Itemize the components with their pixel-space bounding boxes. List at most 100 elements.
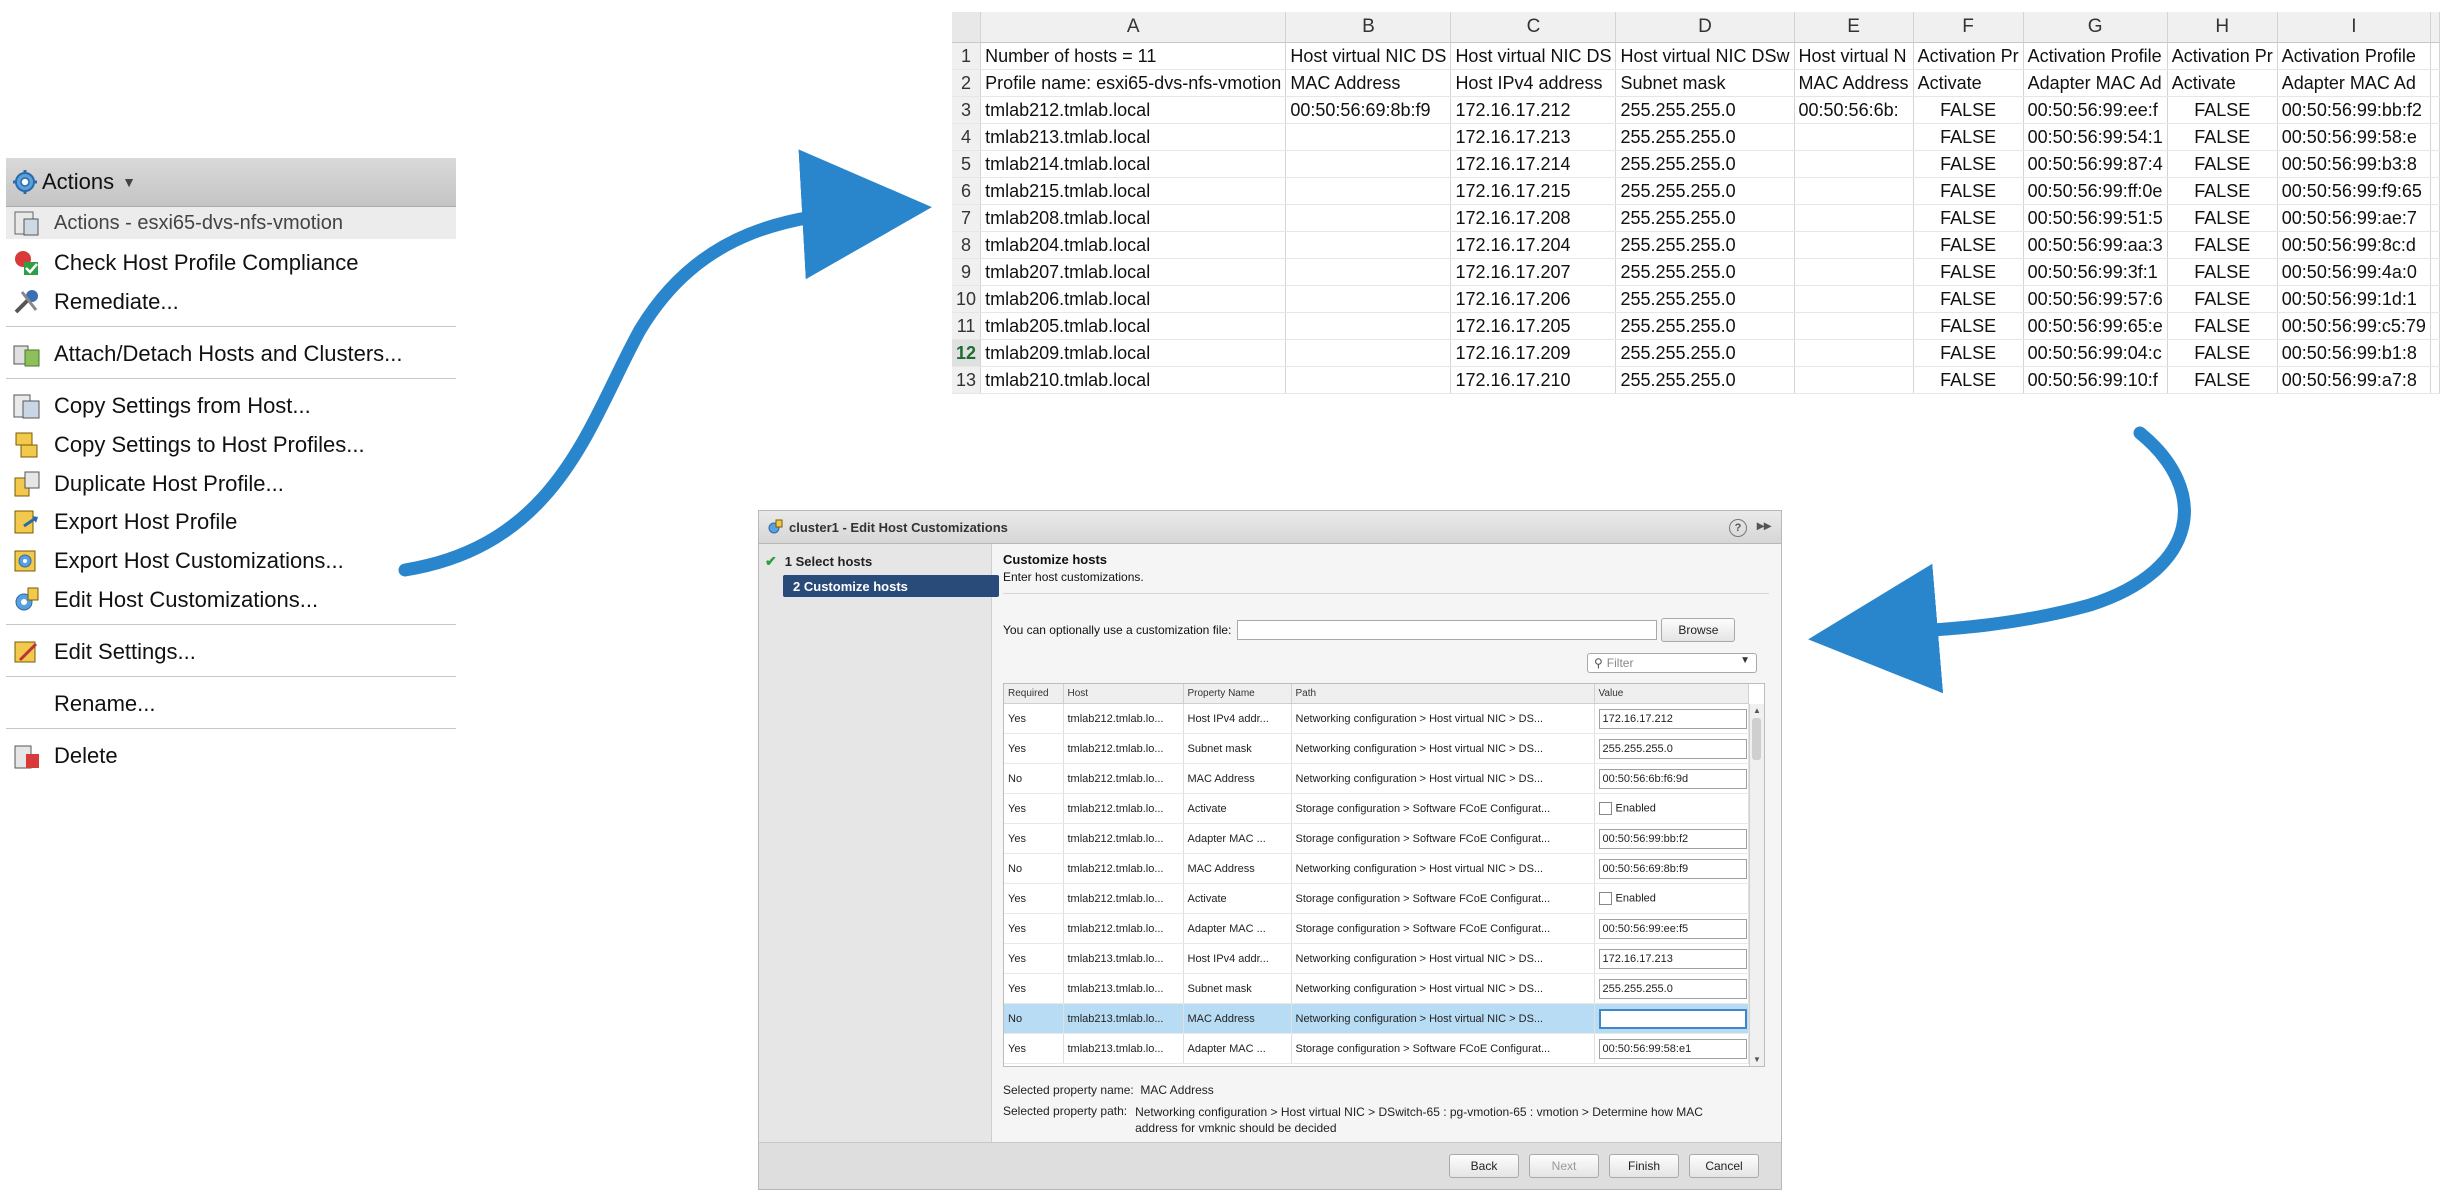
- row-number[interactable]: 11: [952, 312, 982, 340]
- sheet-cell[interactable]: [1794, 258, 1914, 286]
- sheet-corner[interactable]: [952, 12, 982, 43]
- sheet-cell[interactable]: [2430, 150, 2440, 178]
- finish-button[interactable]: Finish: [1609, 1154, 1679, 1178]
- table-row[interactable]: Yes tmlab212.tmlab.lo... Activate Storage c…: [1004, 883, 1749, 914]
- value-input[interactable]: 172.16.17.213: [1598, 948, 1747, 969]
- sheet-cell[interactable]: FALSE: [1913, 177, 2024, 205]
- column-header[interactable]: G: [2023, 12, 2168, 43]
- sheet-cell[interactable]: [1794, 312, 1914, 340]
- grid-column-header[interactable]: Value: [1594, 684, 1749, 704]
- sheet-cell[interactable]: 00:50:56:99:ae:7: [2277, 204, 2432, 232]
- table-row[interactable]: No tmlab212.tmlab.lo... MAC Address Network…: [1004, 763, 1749, 794]
- row-number[interactable]: 1: [952, 42, 982, 70]
- grid-scrollbar[interactable]: ▲ ▼: [1749, 704, 1764, 1066]
- sheet-cell[interactable]: Activation Profile: [2023, 42, 2168, 70]
- sheet-cell[interactable]: Host virtual NIC DSw: [1615, 42, 1795, 70]
- sheet-cell[interactable]: FALSE: [1913, 96, 2024, 124]
- sheet-cell[interactable]: FALSE: [1913, 312, 2024, 340]
- sheet-cell[interactable]: 00:50:56:99:c5:79: [2277, 312, 2432, 340]
- sheet-cell[interactable]: [1285, 150, 1452, 178]
- table-row[interactable]: No tmlab213.tmlab.lo... MAC Address Network…: [1004, 1003, 1749, 1034]
- sheet-cell[interactable]: tmlab215.tmlab.local: [980, 177, 1287, 205]
- filter-input[interactable]: ⚲ Filter ▼: [1587, 653, 1757, 673]
- sheet-cell[interactable]: Number of hosts = 11: [980, 42, 1287, 70]
- sheet-cell[interactable]: Activation Pr: [1913, 42, 2024, 70]
- sheet-cell[interactable]: FALSE: [1913, 285, 2024, 313]
- sheet-cell[interactable]: 255.255.255.0: [1615, 123, 1795, 151]
- row-number[interactable]: 13: [952, 366, 982, 394]
- sheet-cell[interactable]: 172.16.17.205: [1450, 312, 1617, 340]
- value-input[interactable]: 00:50:56:99:58:e1: [1598, 1038, 1747, 1059]
- sheet-cell[interactable]: FALSE: [1913, 258, 2024, 286]
- sheet-cell[interactable]: 255.255.255.0: [1615, 204, 1795, 232]
- sheet-cell[interactable]: [1285, 204, 1452, 232]
- sheet-cell[interactable]: 00:50:56:99:65:e: [2023, 312, 2168, 340]
- row-number[interactable]: 5: [952, 150, 982, 178]
- sheet-cell[interactable]: 172.16.17.207: [1450, 258, 1617, 286]
- column-header[interactable]: A: [980, 12, 1287, 43]
- sheet-cell[interactable]: [2430, 366, 2440, 394]
- value-input[interactable]: 00:50:56:99:bb:f2: [1598, 828, 1747, 849]
- enabled-checkbox[interactable]: [1598, 802, 1612, 815]
- sheet-cell[interactable]: Adapter MAC Ad: [2023, 69, 2168, 97]
- row-number[interactable]: 10: [952, 285, 982, 313]
- sheet-cell[interactable]: [2430, 258, 2440, 286]
- grid-column-header[interactable]: Property Name: [1183, 684, 1292, 704]
- value-input[interactable]: 255.255.255.0: [1598, 978, 1747, 999]
- table-row[interactable]: No tmlab212.tmlab.lo... MAC Address Network…: [1004, 853, 1749, 884]
- chevron-down-icon[interactable]: ▼: [1740, 655, 1750, 666]
- sheet-cell[interactable]: [1285, 339, 1452, 367]
- sheet-cell[interactable]: 255.255.255.0: [1615, 96, 1795, 124]
- sheet-cell[interactable]: 00:50:56:69:8b:f9: [1285, 96, 1452, 124]
- row-number[interactable]: 9: [952, 258, 982, 286]
- row-number[interactable]: 4: [952, 123, 982, 151]
- sheet-cell[interactable]: Host virtual N: [1794, 42, 1914, 70]
- sheet-cell[interactable]: [2430, 312, 2440, 340]
- sheet-cell[interactable]: [1794, 150, 1914, 178]
- sheet-cell[interactable]: [1794, 204, 1914, 232]
- sheet-cell[interactable]: [2430, 123, 2440, 151]
- table-row[interactable]: Yes tmlab213.tmlab.lo... Adapter MAC ... St…: [1004, 1033, 1749, 1064]
- row-number[interactable]: 12: [952, 339, 982, 367]
- grid-column-header[interactable]: Required: [1004, 684, 1064, 704]
- sheet-cell[interactable]: 172.16.17.208: [1450, 204, 1617, 232]
- sheet-cell[interactable]: [1794, 339, 1914, 367]
- row-number[interactable]: 2: [952, 69, 982, 97]
- sheet-cell[interactable]: Activation Pr: [2167, 42, 2278, 70]
- sheet-cell[interactable]: 172.16.17.209: [1450, 339, 1617, 367]
- sheet-cell[interactable]: 00:50:56:99:8c:d: [2277, 231, 2432, 259]
- sheet-cell[interactable]: [1285, 177, 1452, 205]
- sheet-cell[interactable]: tmlab207.tmlab.local: [980, 258, 1287, 286]
- value-input[interactable]: 255.255.255.0: [1598, 738, 1747, 759]
- customization-file-input[interactable]: [1237, 620, 1658, 640]
- sheet-cell[interactable]: [2430, 69, 2440, 97]
- sheet-cell[interactable]: tmlab214.tmlab.local: [980, 150, 1287, 178]
- sheet-cell[interactable]: [1285, 312, 1452, 340]
- sheet-cell[interactable]: [2430, 177, 2440, 205]
- sheet-cell[interactable]: Subnet mask: [1615, 69, 1795, 97]
- sheet-cell[interactable]: 172.16.17.214: [1450, 150, 1617, 178]
- sheet-cell[interactable]: 172.16.17.206: [1450, 285, 1617, 313]
- sheet-cell[interactable]: FALSE: [2167, 123, 2278, 151]
- table-row[interactable]: Yes tmlab212.tmlab.lo... Subnet mask Networ…: [1004, 733, 1749, 764]
- sheet-cell[interactable]: 172.16.17.212: [1450, 96, 1617, 124]
- sheet-cell[interactable]: [1794, 123, 1914, 151]
- sheet-cell[interactable]: 255.255.255.0: [1615, 150, 1795, 178]
- sheet-cell[interactable]: 255.255.255.0: [1615, 231, 1795, 259]
- sheet-cell[interactable]: [2430, 204, 2440, 232]
- sheet-cell[interactable]: 255.255.255.0: [1615, 177, 1795, 205]
- sheet-cell[interactable]: tmlab204.tmlab.local: [980, 231, 1287, 259]
- cancel-button[interactable]: Cancel: [1689, 1154, 1759, 1178]
- sheet-cell[interactable]: 00:50:56:99:aa:3: [2023, 231, 2168, 259]
- sheet-cell[interactable]: FALSE: [2167, 150, 2278, 178]
- scroll-up-icon[interactable]: ▲: [1753, 706, 1761, 715]
- sheet-cell[interactable]: [2430, 96, 2440, 124]
- column-header-overflow[interactable]: [2430, 12, 2440, 43]
- sheet-cell[interactable]: 00:50:56:99:ff:0e: [2023, 177, 2168, 205]
- value-input[interactable]: 172.16.17.212: [1598, 708, 1747, 729]
- value-input[interactable]: 00:50:56:6b:f6:9d: [1598, 768, 1747, 789]
- grid-column-header[interactable]: Host: [1063, 684, 1184, 704]
- sheet-cell[interactable]: 00:50:56:99:ee:f: [2023, 96, 2168, 124]
- sheet-cell[interactable]: MAC Address: [1794, 69, 1914, 97]
- sheet-cell[interactable]: FALSE: [2167, 339, 2278, 367]
